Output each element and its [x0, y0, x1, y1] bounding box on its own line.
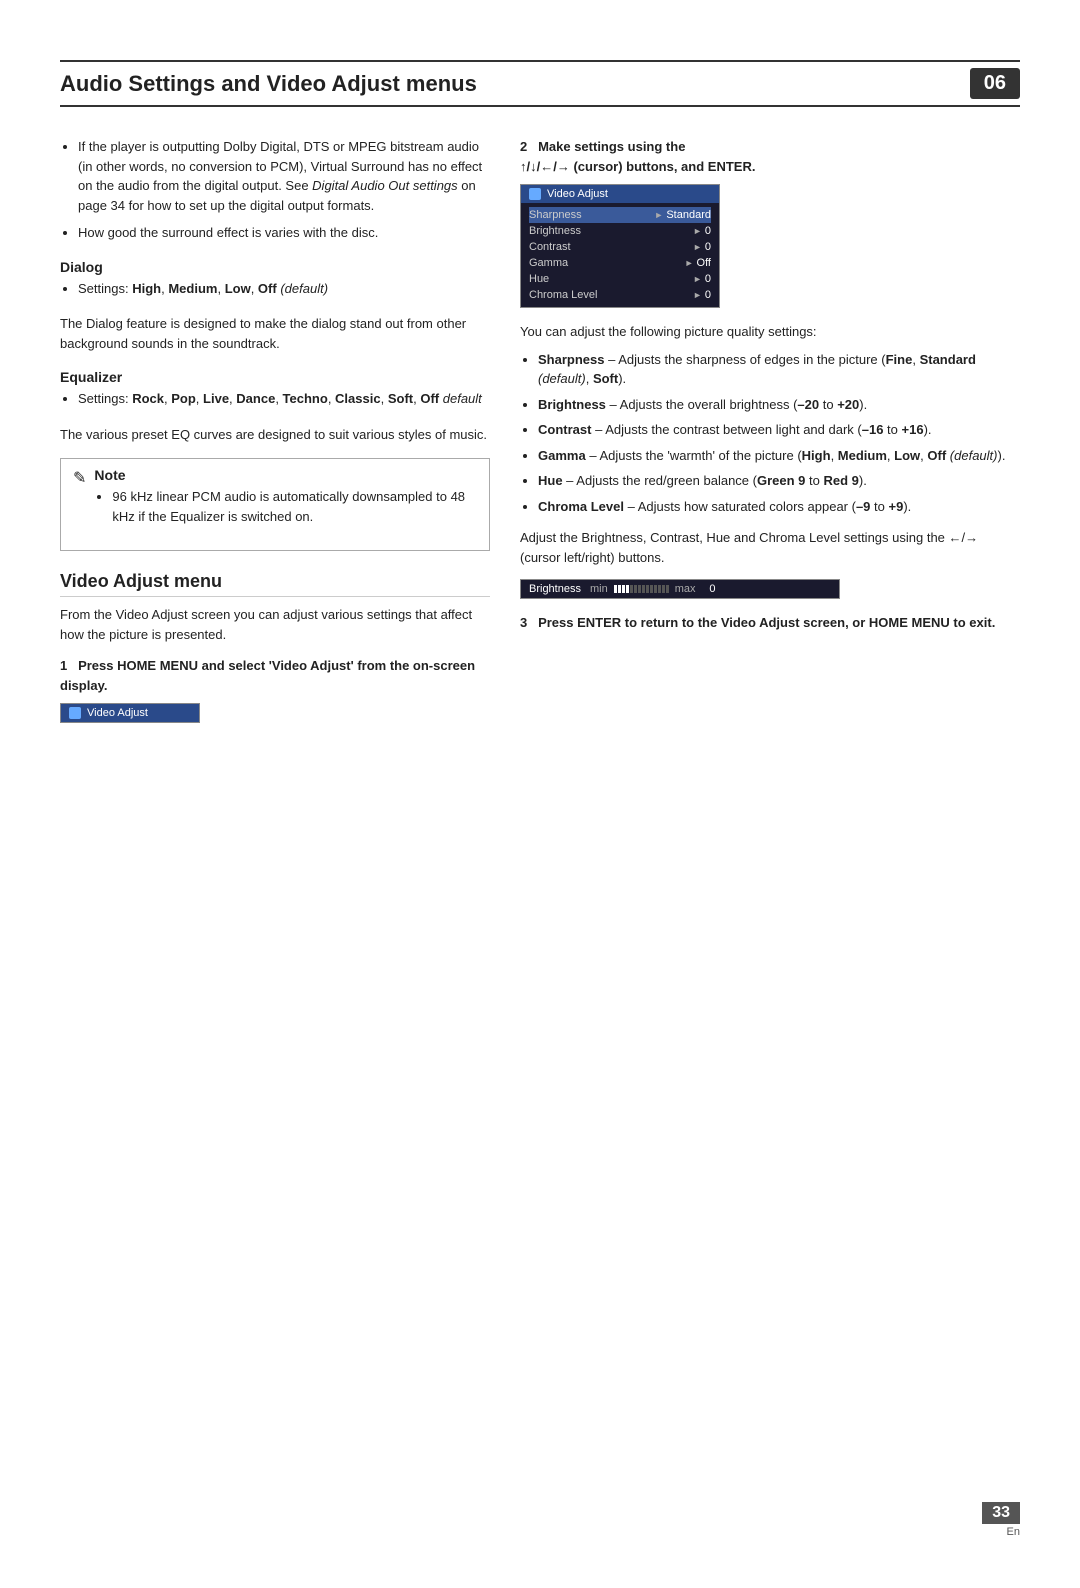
bar-tick	[646, 585, 649, 593]
bar-tick	[622, 585, 625, 593]
bar-tick	[650, 585, 653, 593]
ui-row-gamma: Gamma ► Off	[529, 255, 711, 271]
setting-brightness: Brightness – Adjusts the overall brightn…	[538, 395, 1020, 415]
bar-label: Brightness	[529, 583, 584, 595]
bar-tick	[662, 585, 665, 593]
ui-screen-step1-header: Video Adjust	[61, 704, 199, 722]
note-bullets: 96 kHz linear PCM audio is automatically…	[94, 487, 477, 526]
tv-icon	[69, 707, 81, 719]
equalizer-heading: Equalizer	[60, 369, 490, 385]
page-header: Audio Settings and Video Adjust menus 06	[60, 60, 1020, 107]
setting-sharpness: Sharpness – Adjusts the sharpness of edg…	[538, 350, 1020, 389]
settings-list: Sharpness – Adjusts the sharpness of edg…	[520, 350, 1020, 517]
bar-value: 0	[702, 583, 716, 595]
note-box: ✎ Note 96 kHz linear PCM audio is automa…	[60, 458, 490, 551]
ui-screen-step2-body: Sharpness ► Standard Brightness ► 0 Cont…	[521, 203, 719, 307]
page-footer: 33 En	[982, 1502, 1020, 1538]
bar-tick	[638, 585, 641, 593]
intro-bullet-2: How good the surround effect is varies w…	[78, 223, 490, 243]
setting-contrast: Contrast – Adjusts the contrast between …	[538, 420, 1020, 440]
bar-tick	[626, 585, 629, 593]
bar-tick	[654, 585, 657, 593]
note-icon: ✎	[73, 468, 86, 488]
ui-row-sharpness: Sharpness ► Standard	[529, 207, 711, 223]
ui-row-brightness: Brightness ► 0	[529, 223, 711, 239]
bar-tick	[614, 585, 617, 593]
dialog-settings: Settings: High, Medium, Low, Off (defaul…	[60, 279, 490, 299]
video-adjust-intro: From the Video Adjust screen you can adj…	[60, 605, 490, 644]
equalizer-settings-item: Settings: Rock, Pop, Live, Dance, Techno…	[78, 389, 490, 409]
equalizer-settings: Settings: Rock, Pop, Live, Dance, Techno…	[60, 389, 490, 409]
ui-row-hue: Hue ► 0	[529, 271, 711, 287]
page-title: Audio Settings and Video Adjust menus	[60, 71, 970, 97]
bar-tick	[634, 585, 637, 593]
chapter-badge: 06	[970, 68, 1020, 99]
dialog-settings-item: Settings: High, Medium, Low, Off (defaul…	[78, 279, 490, 299]
brightness-bar: Brightness min max 0	[520, 579, 840, 599]
setting-hue: Hue – Adjusts the red/green balance (Gre…	[538, 471, 1020, 491]
setting-gamma: Gamma – Adjusts the 'warmth' of the pict…	[538, 446, 1020, 466]
ui-row-chroma: Chroma Level ► 0	[529, 287, 711, 303]
dialog-description: The Dialog feature is designed to make t…	[60, 314, 490, 353]
bar-tick	[618, 585, 621, 593]
main-content: If the player is outputting Dolby Digita…	[60, 137, 1020, 737]
dialog-heading: Dialog	[60, 259, 490, 275]
ui-screen-step1: Video Adjust	[60, 703, 200, 723]
adjust-note: Adjust the Brightness, Contrast, Hue and…	[520, 528, 1020, 567]
intro-bullet-1: If the player is outputting Dolby Digita…	[78, 137, 490, 215]
intro-bullets: If the player is outputting Dolby Digita…	[60, 137, 490, 243]
bar-tick	[666, 585, 669, 593]
step1-label: 1 Press HOME MENU and select 'Video Adju…	[60, 656, 490, 695]
note-content: Note 96 kHz linear PCM audio is automati…	[94, 467, 477, 542]
note-bullet-1: 96 kHz linear PCM audio is automatically…	[112, 487, 477, 526]
tv-icon-2	[529, 188, 541, 200]
ui-screen-step2: Video Adjust Sharpness ► Standard Bright…	[520, 184, 720, 308]
bar-track	[614, 585, 669, 593]
right-column: 2 Make settings using the ↑/↓/←/→ (curso…	[520, 137, 1020, 737]
bar-max-label: max	[675, 583, 696, 595]
left-column: If the player is outputting Dolby Digita…	[60, 137, 490, 737]
setting-chroma: Chroma Level – Adjusts how saturated col…	[538, 497, 1020, 517]
bar-tick	[658, 585, 661, 593]
ui-screen-step2-header: Video Adjust	[521, 185, 719, 203]
ui-screen-step2-title: Video Adjust	[547, 188, 608, 200]
settings-intro: You can adjust the following picture qua…	[520, 322, 1020, 342]
step2-heading: 2 Make settings using the ↑/↓/←/→ (curso…	[520, 137, 1020, 176]
bar-min-label: min	[590, 583, 608, 595]
ui-row-contrast: Contrast ► 0	[529, 239, 711, 255]
video-adjust-heading: Video Adjust menu	[60, 571, 490, 597]
equalizer-description: The various preset EQ curves are designe…	[60, 425, 490, 445]
ui-screen-step1-title: Video Adjust	[87, 707, 148, 719]
page-number: 33	[982, 1502, 1020, 1524]
note-label: Note	[94, 467, 125, 483]
bar-tick	[642, 585, 645, 593]
step3-text: 3 Press ENTER to return to the Video Adj…	[520, 613, 1020, 633]
bar-tick	[630, 585, 633, 593]
